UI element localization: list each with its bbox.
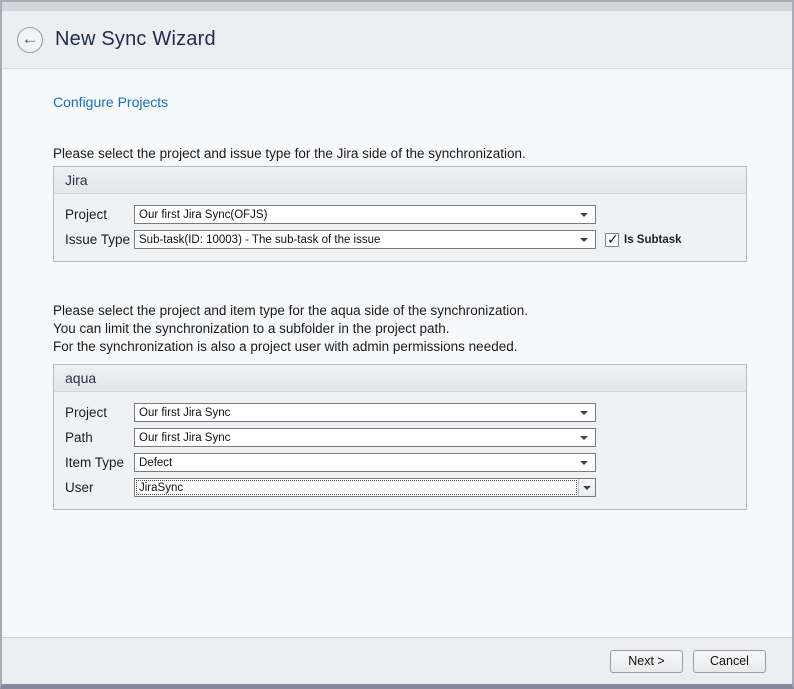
- aqua-groupbox-title: aqua: [54, 365, 746, 392]
- wizard-header: ← New Sync Wizard: [2, 11, 792, 69]
- aqua-path-label: Path: [65, 430, 134, 445]
- aqua-instruction-line-1: Please select the project and item type …: [53, 302, 743, 320]
- jira-issue-type-label: Issue Type: [65, 232, 134, 247]
- aqua-user-label: User: [65, 480, 134, 495]
- aqua-instruction-line-3: For the synchronization is also a projec…: [53, 338, 743, 356]
- jira-groupbox-body: Project Our first Jira Sync(OFJS) Issue …: [54, 194, 746, 261]
- wizard-title: New Sync Wizard: [55, 28, 216, 51]
- aqua-instruction-block: Please select the project and item type …: [53, 302, 743, 356]
- dropdown-arrow-icon: [580, 213, 588, 217]
- dropdown-arrow-button[interactable]: [578, 479, 595, 496]
- jira-project-value: Our first Jira Sync(OFJS): [135, 206, 576, 223]
- is-subtask-checkbox[interactable]: Is Subtask: [605, 233, 682, 247]
- dropdown-arrow-icon: [583, 486, 591, 490]
- dropdown-arrow-icon: [580, 238, 588, 242]
- dropdown-arrow-icon: [580, 461, 588, 465]
- jira-project-dropdown[interactable]: Our first Jira Sync(OFJS): [134, 205, 596, 224]
- window-chrome-strip: [2, 2, 792, 11]
- jira-project-row: Project Our first Jira Sync(OFJS): [65, 205, 746, 224]
- aqua-user-value: JiraSync: [135, 479, 578, 496]
- aqua-item-type-dropdown[interactable]: Defect: [134, 453, 596, 472]
- aqua-user-dropdown[interactable]: JiraSync: [134, 478, 596, 497]
- back-button[interactable]: ←: [17, 27, 43, 53]
- jira-issue-type-dropdown[interactable]: Sub-task(ID: 10003) - The sub-task of th…: [134, 230, 596, 249]
- aqua-path-dropdown[interactable]: Our first Jira Sync: [134, 428, 596, 447]
- dropdown-arrow-icon: [580, 436, 588, 440]
- page-title: Configure Projects: [53, 94, 743, 110]
- aqua-path-value: Our first Jira Sync: [135, 429, 576, 446]
- aqua-item-type-value: Defect: [135, 454, 576, 471]
- aqua-project-value: Our first Jira Sync: [135, 404, 576, 421]
- cancel-button[interactable]: Cancel: [693, 650, 766, 673]
- is-subtask-label: Is Subtask: [624, 234, 682, 246]
- jira-issue-type-value: Sub-task(ID: 10003) - The sub-task of th…: [135, 231, 576, 248]
- aqua-project-label: Project: [65, 405, 134, 420]
- checkmark-icon: [605, 233, 619, 247]
- next-button[interactable]: Next >: [610, 650, 683, 673]
- new-sync-wizard-window: ← New Sync Wizard Configure Projects Ple…: [0, 0, 794, 689]
- aqua-item-type-label: Item Type: [65, 455, 134, 470]
- aqua-instruction-line-2: You can limit the synchronization to a s…: [53, 320, 743, 338]
- wizard-footer: Next > Cancel: [2, 637, 792, 684]
- wizard-content: Configure Projects Please select the pro…: [2, 94, 792, 510]
- jira-issue-type-row: Issue Type Sub-task(ID: 10003) - The sub…: [65, 230, 746, 249]
- aqua-item-type-row: Item Type Defect: [65, 453, 746, 472]
- aqua-path-row: Path Our first Jira Sync: [65, 428, 746, 447]
- dropdown-arrow-icon: [580, 411, 588, 415]
- aqua-groupbox: aqua Project Our first Jira Sync Path Ou…: [53, 364, 747, 510]
- jira-groupbox-title: Jira: [54, 167, 746, 194]
- aqua-project-row: Project Our first Jira Sync: [65, 403, 746, 422]
- back-arrow-icon: ←: [22, 30, 39, 47]
- aqua-user-row: User JiraSync: [65, 478, 746, 497]
- aqua-project-dropdown[interactable]: Our first Jira Sync: [134, 403, 596, 422]
- jira-instruction-text: Please select the project and issue type…: [53, 145, 743, 163]
- jira-groupbox: Jira Project Our first Jira Sync(OFJS) I…: [53, 166, 747, 262]
- jira-project-label: Project: [65, 207, 134, 222]
- aqua-groupbox-body: Project Our first Jira Sync Path Our fir…: [54, 392, 746, 509]
